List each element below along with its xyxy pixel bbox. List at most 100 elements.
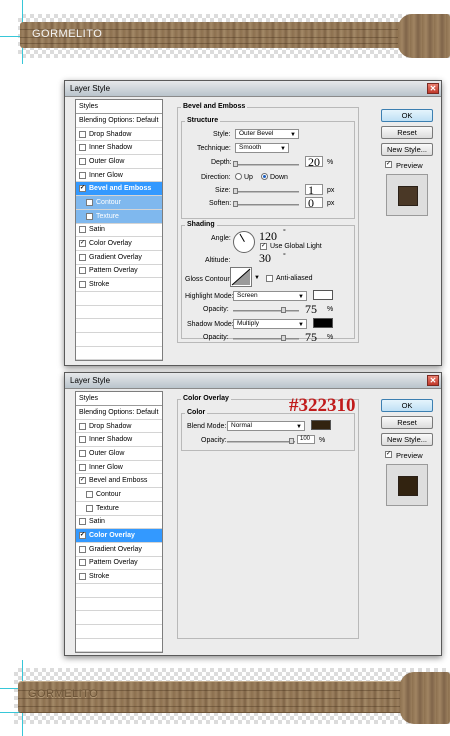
style-checkbox[interactable] [86, 504, 93, 512]
style-item-color-overlay[interactable]: ✓ Color Overlay [76, 237, 162, 251]
style-item-drop-shadow[interactable]: Drop Shadow [76, 420, 162, 434]
ok-button[interactable]: OK [381, 399, 433, 412]
highlight-mode-select[interactable]: Screen ▼ [233, 291, 307, 301]
style-checkbox[interactable] [86, 198, 93, 206]
style-checkbox[interactable] [79, 422, 86, 430]
style-checkbox[interactable] [79, 130, 86, 138]
style-checkbox[interactable]: ✓ [79, 477, 86, 485]
preview-checkbox[interactable]: ✓ [385, 161, 392, 168]
preview-checkbox[interactable]: ✓ [385, 451, 392, 458]
depth-slider[interactable] [233, 161, 299, 167]
slider-thumb[interactable] [281, 335, 286, 341]
style-checkbox[interactable] [79, 157, 86, 165]
style-checkbox[interactable] [79, 545, 86, 553]
style-item-blending-options-default[interactable]: Blending Options: Default [76, 406, 162, 420]
style-item-pattern-overlay[interactable]: Pattern Overlay [76, 265, 162, 279]
style-item-drop-shadow[interactable]: Drop Shadow [76, 128, 162, 142]
soften-slider[interactable] [233, 201, 299, 207]
styles-header[interactable]: Styles [76, 392, 162, 406]
style-checkbox[interactable] [79, 436, 86, 444]
style-checkbox[interactable] [79, 253, 86, 261]
size-field[interactable]: 1 [305, 184, 323, 196]
style-item-texture[interactable]: Texture [76, 502, 162, 516]
slider-thumb[interactable] [281, 307, 286, 313]
style-item-outer-glow[interactable]: Outer Glow [76, 155, 162, 169]
direction-down-radio[interactable] [261, 173, 268, 180]
highlight-opacity-value[interactable]: 75 [305, 302, 317, 317]
style-checkbox[interactable] [79, 518, 86, 526]
style-item-pattern-overlay[interactable]: Pattern Overlay [76, 557, 162, 571]
style-item-stroke[interactable]: Stroke [76, 278, 162, 292]
slider-thumb[interactable] [233, 201, 238, 207]
style-item-stroke[interactable]: Stroke [76, 570, 162, 584]
style-checkbox[interactable] [79, 281, 86, 289]
blend-mode-select[interactable]: Normal ▼ [227, 421, 305, 431]
style-checkbox[interactable] [79, 449, 86, 457]
close-button[interactable]: ✕ [427, 83, 439, 94]
shadow-mode-select[interactable]: Multiply ▼ [233, 319, 307, 329]
highlight-opacity-slider[interactable] [233, 307, 299, 313]
styles-list: Styles Blending Options: Default Drop Sha… [75, 391, 163, 654]
style-item-outer-glow[interactable]: Outer Glow [76, 447, 162, 461]
reset-button[interactable]: Reset [381, 126, 433, 139]
depth-field[interactable]: 20 [305, 156, 323, 168]
opacity-slider[interactable] [227, 438, 295, 444]
style-checkbox[interactable] [79, 559, 86, 567]
style-select[interactable]: Outer Bevel ▼ [235, 129, 299, 139]
style-checkbox[interactable]: ✓ [79, 185, 86, 193]
style-item-gradient-overlay[interactable]: Gradient Overlay [76, 251, 162, 265]
styles-header[interactable]: Styles [76, 100, 162, 114]
overlay-color-swatch[interactable] [311, 420, 331, 430]
shadow-opacity-slider[interactable] [233, 335, 299, 341]
opacity-field[interactable]: 100 [297, 435, 315, 444]
style-item-satin[interactable]: Satin [76, 516, 162, 530]
highlight-color-swatch[interactable] [313, 290, 333, 300]
style-checkbox[interactable] [79, 573, 86, 581]
slider-thumb[interactable] [233, 161, 238, 167]
style-checkbox[interactable] [79, 171, 86, 179]
anti-aliased-checkbox[interactable] [266, 275, 273, 282]
ok-button[interactable]: OK [381, 109, 433, 122]
reset-button[interactable]: Reset [381, 416, 433, 429]
style-checkbox[interactable] [86, 212, 93, 220]
gloss-contour-label: Gloss Contour: [185, 276, 232, 283]
new-style-button[interactable]: New Style... [381, 143, 433, 156]
slider-thumb[interactable] [233, 188, 238, 194]
new-style-button[interactable]: New Style... [381, 433, 433, 446]
style-item-inner-shadow[interactable]: Inner Shadow [76, 141, 162, 156]
altitude-value[interactable]: 30 [259, 251, 271, 266]
style-item-texture[interactable]: Texture [76, 209, 162, 224]
slider-thumb[interactable] [289, 438, 294, 444]
style-checkbox[interactable]: ✓ [79, 532, 86, 540]
style-item-contour[interactable]: Contour [76, 488, 162, 502]
soften-field[interactable]: 0 [305, 197, 323, 209]
shadow-opacity-value[interactable]: 75 [305, 330, 317, 345]
style-item-satin[interactable]: Satin [76, 224, 162, 238]
style-item-blending-options-default[interactable]: Blending Options: Default [76, 114, 162, 128]
gloss-contour-picker[interactable] [230, 267, 252, 287]
style-checkbox[interactable] [79, 144, 86, 152]
style-item-inner-shadow[interactable]: Inner Shadow [76, 433, 162, 448]
size-slider[interactable] [233, 188, 299, 194]
style-checkbox[interactable] [86, 490, 93, 498]
technique-select[interactable]: Smooth ▼ [235, 143, 289, 153]
style-item-gradient-overlay[interactable]: Gradient Overlay [76, 543, 162, 557]
style-item-contour[interactable]: Contour [76, 196, 162, 210]
global-light-checkbox[interactable]: ✓ [260, 243, 267, 250]
style-checkbox[interactable] [79, 463, 86, 471]
style-checkbox[interactable] [79, 267, 86, 275]
angle-dial[interactable] [233, 231, 255, 253]
shadow-opacity-label: Opacity: [203, 334, 229, 341]
angle-value[interactable]: 120 [259, 229, 277, 244]
chevron-down-icon[interactable]: ▼ [254, 275, 260, 281]
style-item-bevel-and-emboss[interactable]: ✓ Bevel and Emboss [76, 474, 162, 489]
close-button[interactable]: ✕ [427, 375, 439, 386]
shadow-color-swatch[interactable] [313, 318, 333, 328]
style-item-inner-glow[interactable]: Inner Glow [76, 461, 162, 475]
style-item-color-overlay[interactable]: ✓ Color Overlay [76, 529, 162, 543]
direction-up-radio[interactable] [235, 173, 242, 180]
style-item-bevel-and-emboss[interactable]: ✓ Bevel and Emboss [76, 182, 162, 197]
style-checkbox[interactable]: ✓ [79, 240, 86, 248]
style-checkbox[interactable] [79, 226, 86, 234]
style-item-inner-glow[interactable]: Inner Glow [76, 169, 162, 183]
